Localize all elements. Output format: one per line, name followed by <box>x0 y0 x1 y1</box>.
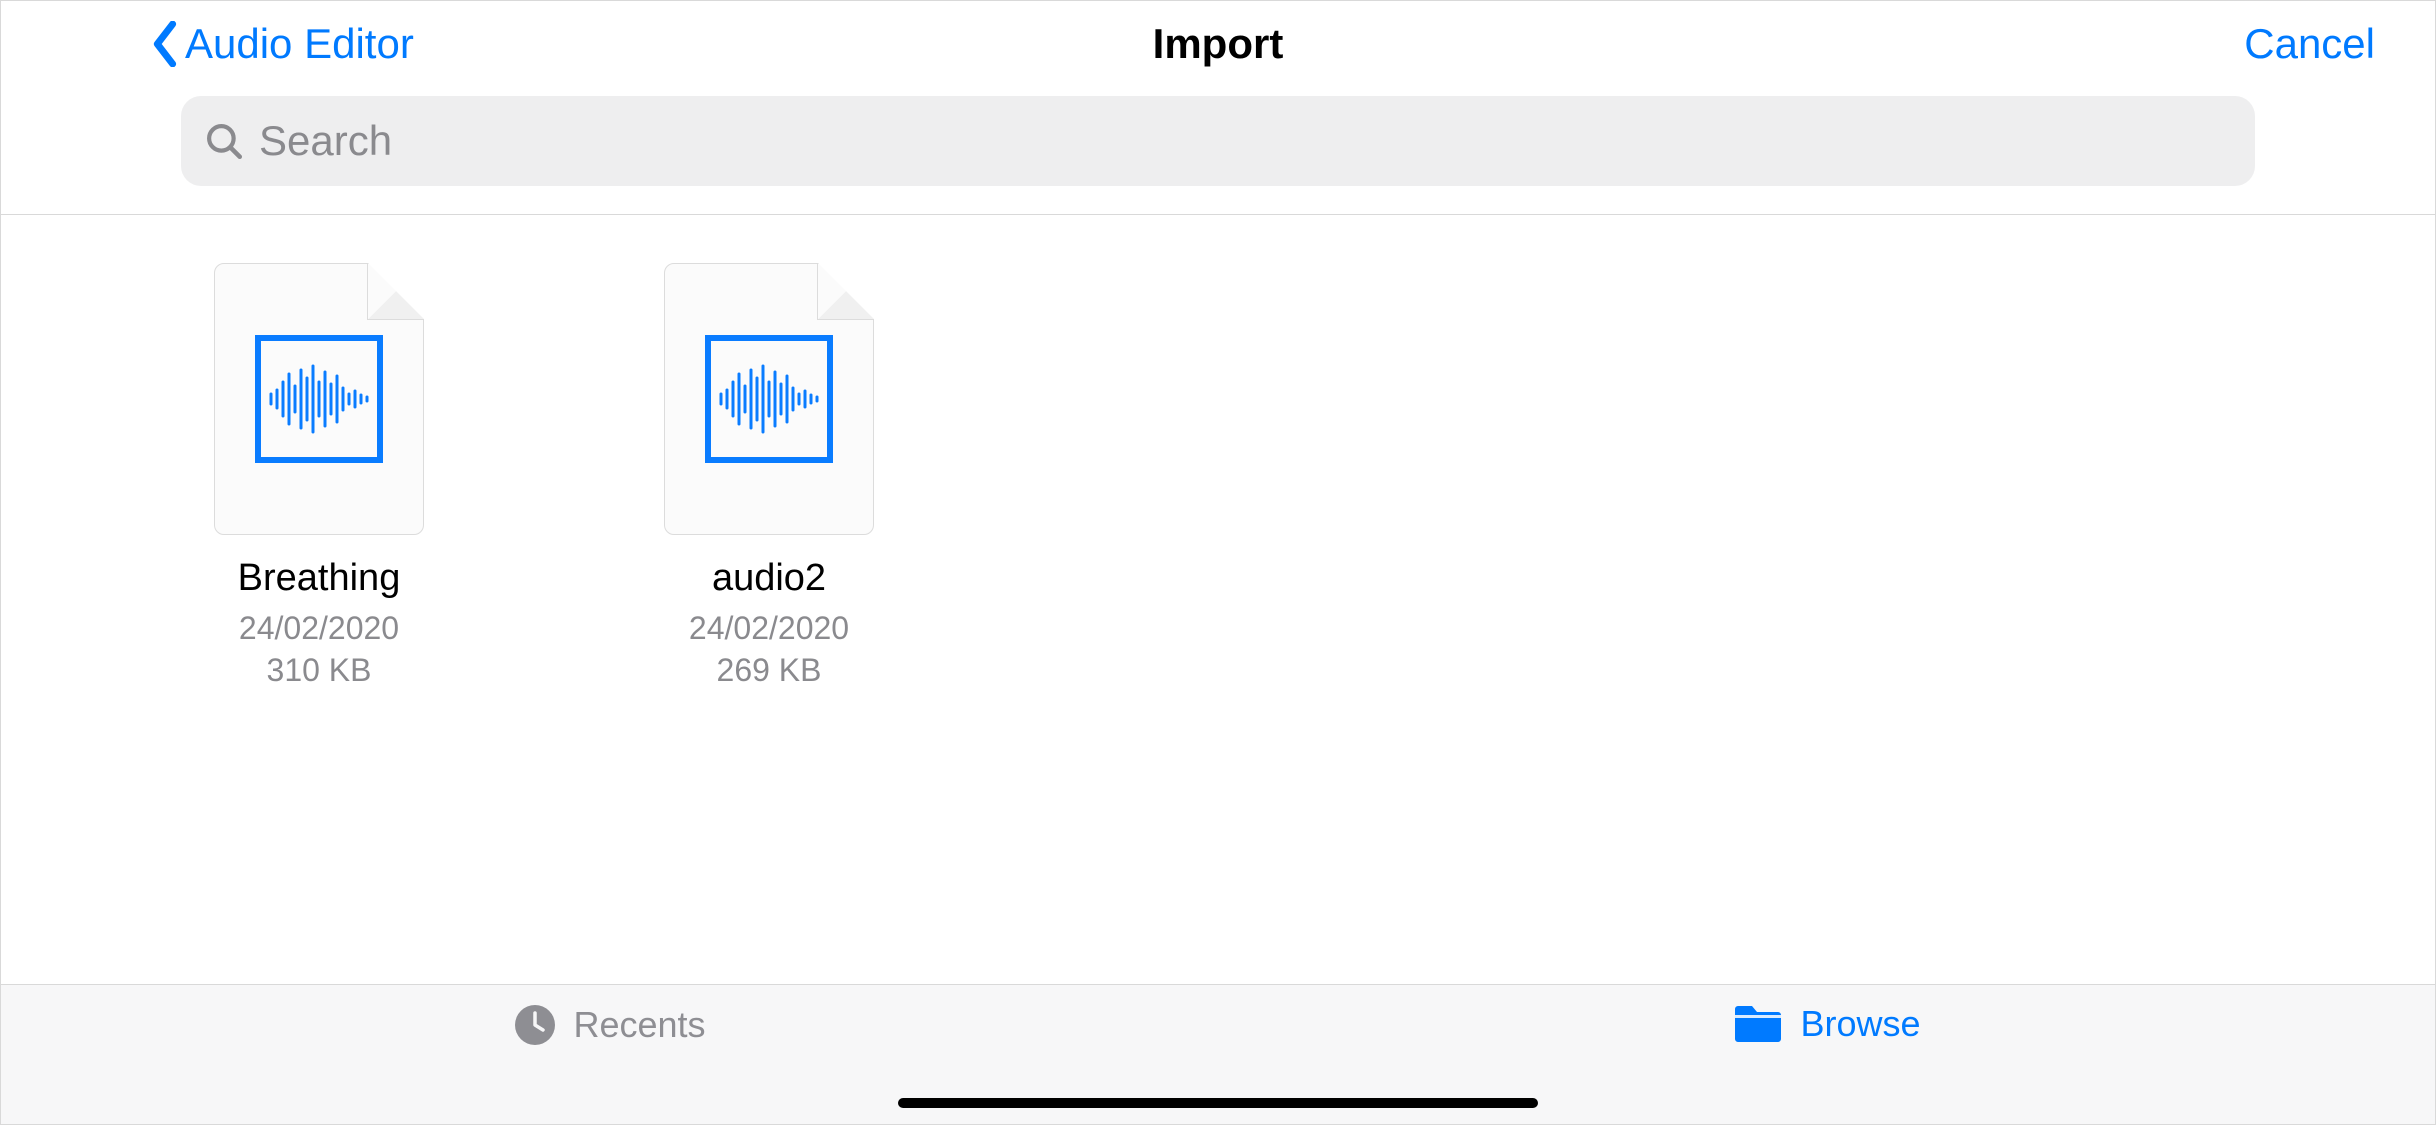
page-title: Import <box>1153 20 1284 68</box>
file-name: audio2 <box>712 557 826 600</box>
chevron-left-icon <box>151 21 179 67</box>
search-field[interactable] <box>181 96 2255 186</box>
back-label: Audio Editor <box>185 20 414 68</box>
navigation-bar: Audio Editor Import Cancel <box>1 1 2435 86</box>
back-button[interactable]: Audio Editor <box>151 20 414 68</box>
search-input[interactable] <box>259 117 2233 165</box>
file-item[interactable]: Breathing 24/02/2020 310 KB <box>209 263 429 691</box>
file-meta: 24/02/2020 269 KB <box>689 608 849 691</box>
clock-icon <box>513 1003 557 1047</box>
file-grid: Breathing 24/02/2020 310 KB <box>1 215 2435 691</box>
file-item[interactable]: audio2 24/02/2020 269 KB <box>659 263 879 691</box>
search-icon <box>203 120 245 162</box>
tab-label: Browse <box>1800 1003 1920 1045</box>
audio-waveform-icon <box>705 335 833 463</box>
tab-label: Recents <box>573 1004 705 1046</box>
file-name: Breathing <box>238 557 401 600</box>
folder-icon <box>1732 1003 1784 1045</box>
file-thumbnail <box>664 263 874 535</box>
audio-waveform-icon <box>255 335 383 463</box>
file-size: 310 KB <box>239 650 399 692</box>
home-indicator[interactable] <box>898 1098 1538 1108</box>
tab-recents[interactable]: Recents <box>1 1003 1218 1047</box>
file-meta: 24/02/2020 310 KB <box>239 608 399 691</box>
file-date: 24/02/2020 <box>689 608 849 650</box>
file-size: 269 KB <box>689 650 849 692</box>
file-date: 24/02/2020 <box>239 608 399 650</box>
file-thumbnail <box>214 263 424 535</box>
search-container <box>1 86 2435 214</box>
cancel-button[interactable]: Cancel <box>2244 20 2375 68</box>
tab-browse[interactable]: Browse <box>1218 1003 2435 1045</box>
